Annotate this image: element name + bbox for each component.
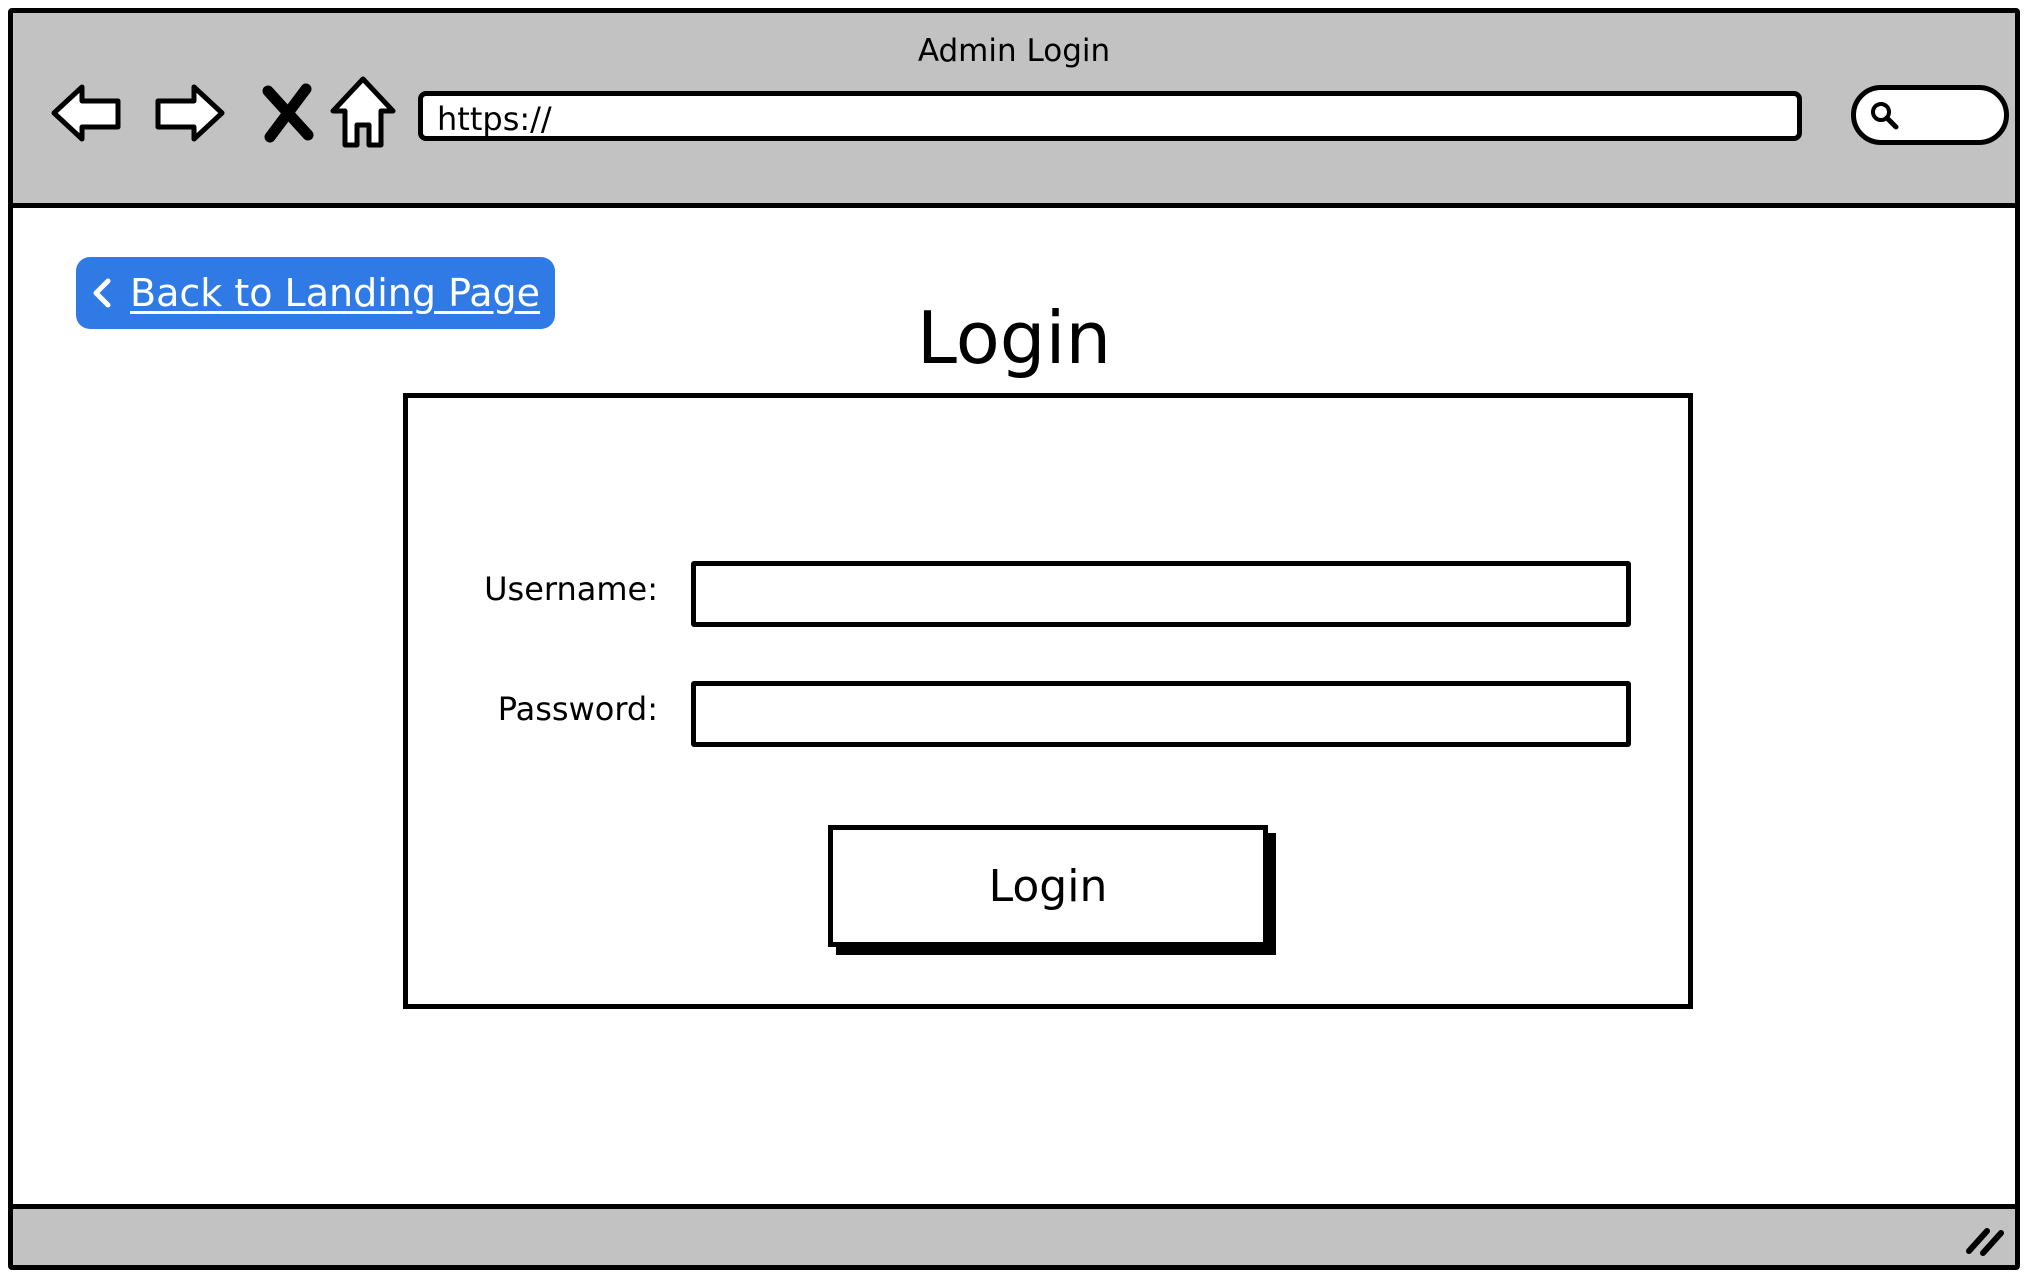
browser-window: Admin Login https:// Back to Landing Pag… <box>8 8 2020 1270</box>
resize-grip-icon[interactable] <box>1963 1219 2007 1259</box>
home-icon[interactable] <box>323 73 403 153</box>
username-label: Username: <box>484 570 658 608</box>
page-title: Login <box>916 296 1112 380</box>
login-button[interactable]: Login <box>828 825 1268 947</box>
login-form: Username: Password: Login <box>403 393 1693 1009</box>
address-text: https:// <box>437 100 552 138</box>
back-arrow-icon[interactable] <box>48 73 128 153</box>
password-input[interactable] <box>691 681 1631 747</box>
username-input[interactable] <box>691 561 1631 627</box>
page-content: Back to Landing Page Login Username: Pas… <box>13 208 2015 1219</box>
browser-toolbar: Admin Login https:// <box>13 13 2015 208</box>
status-bar <box>13 1204 2015 1265</box>
search-field[interactable] <box>1851 85 2009 145</box>
forward-arrow-icon[interactable] <box>148 73 228 153</box>
password-label: Password: <box>497 690 658 728</box>
window-title: Admin Login <box>917 33 1111 69</box>
search-icon <box>1871 102 1899 130</box>
close-x-icon[interactable] <box>248 73 328 153</box>
address-bar[interactable]: https:// <box>418 91 1802 141</box>
